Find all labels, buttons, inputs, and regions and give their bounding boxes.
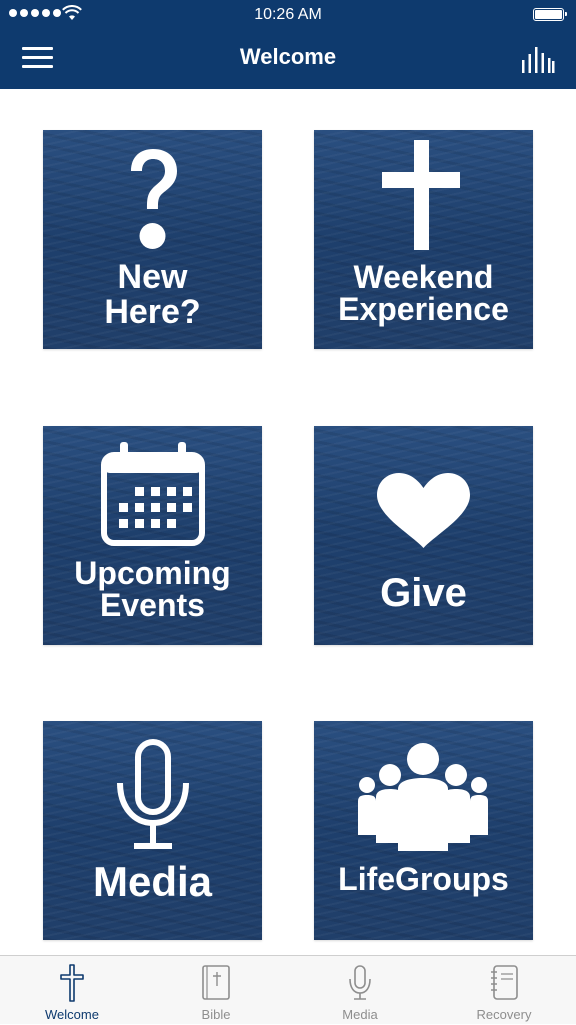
notebook-icon <box>491 965 518 1000</box>
heart-icon <box>377 473 470 548</box>
tile-label: Give <box>380 571 467 615</box>
tab-bar: Welcome Bible Media Recovery <box>0 955 576 1024</box>
tab-media[interactable]: Media <box>288 956 432 1025</box>
battery-icon <box>533 8 567 21</box>
tile-label-line1: New <box>117 258 188 296</box>
tile-upcoming-events[interactable]: Upcoming Events <box>43 426 262 645</box>
tab-bible[interactable]: Bible <box>144 956 288 1025</box>
tile-give[interactable]: Give <box>314 426 533 645</box>
tile-label: LifeGroups <box>338 861 509 897</box>
tab-label: Media <box>342 1007 378 1022</box>
tile-label-line2: Events <box>100 587 205 623</box>
tile-label-line2: Experience <box>338 291 509 327</box>
bible-icon <box>202 965 230 1000</box>
tile-new-here[interactable]: New Here? <box>43 130 262 349</box>
status-time: 10:26 AM <box>254 6 322 23</box>
microphone-icon <box>117 739 189 849</box>
bar-chart-icon[interactable] <box>521 47 555 73</box>
cross-icon <box>382 140 460 250</box>
tab-recovery[interactable]: Recovery <box>432 956 576 1025</box>
tile-label-line1: Upcoming <box>74 555 231 591</box>
tab-label: Recovery <box>476 1007 532 1022</box>
tile-label-line1: Weekend <box>353 259 494 295</box>
tile-label-line2: Here? <box>104 293 201 331</box>
tile-media[interactable]: Media <box>43 721 262 940</box>
microphone-icon <box>349 965 371 1000</box>
tab-welcome[interactable]: Welcome <box>0 956 144 1025</box>
page-title: Welcome <box>239 44 337 69</box>
calendar-icon <box>101 442 205 546</box>
top-bar: 10:26 AM Welcome <box>0 0 576 89</box>
tab-label: Bible <box>201 1007 231 1022</box>
people-group-icon <box>358 743 488 851</box>
tab-label: Welcome <box>45 1007 99 1022</box>
tile-weekend-experience[interactable]: Weekend Experience <box>314 130 533 349</box>
tile-lifegroups[interactable]: LifeGroups <box>314 721 533 940</box>
cross-icon <box>60 964 84 1002</box>
status-bar: 10:26 AM <box>0 0 576 30</box>
tile-label: Media <box>92 858 213 905</box>
question-mark-icon <box>131 149 177 249</box>
